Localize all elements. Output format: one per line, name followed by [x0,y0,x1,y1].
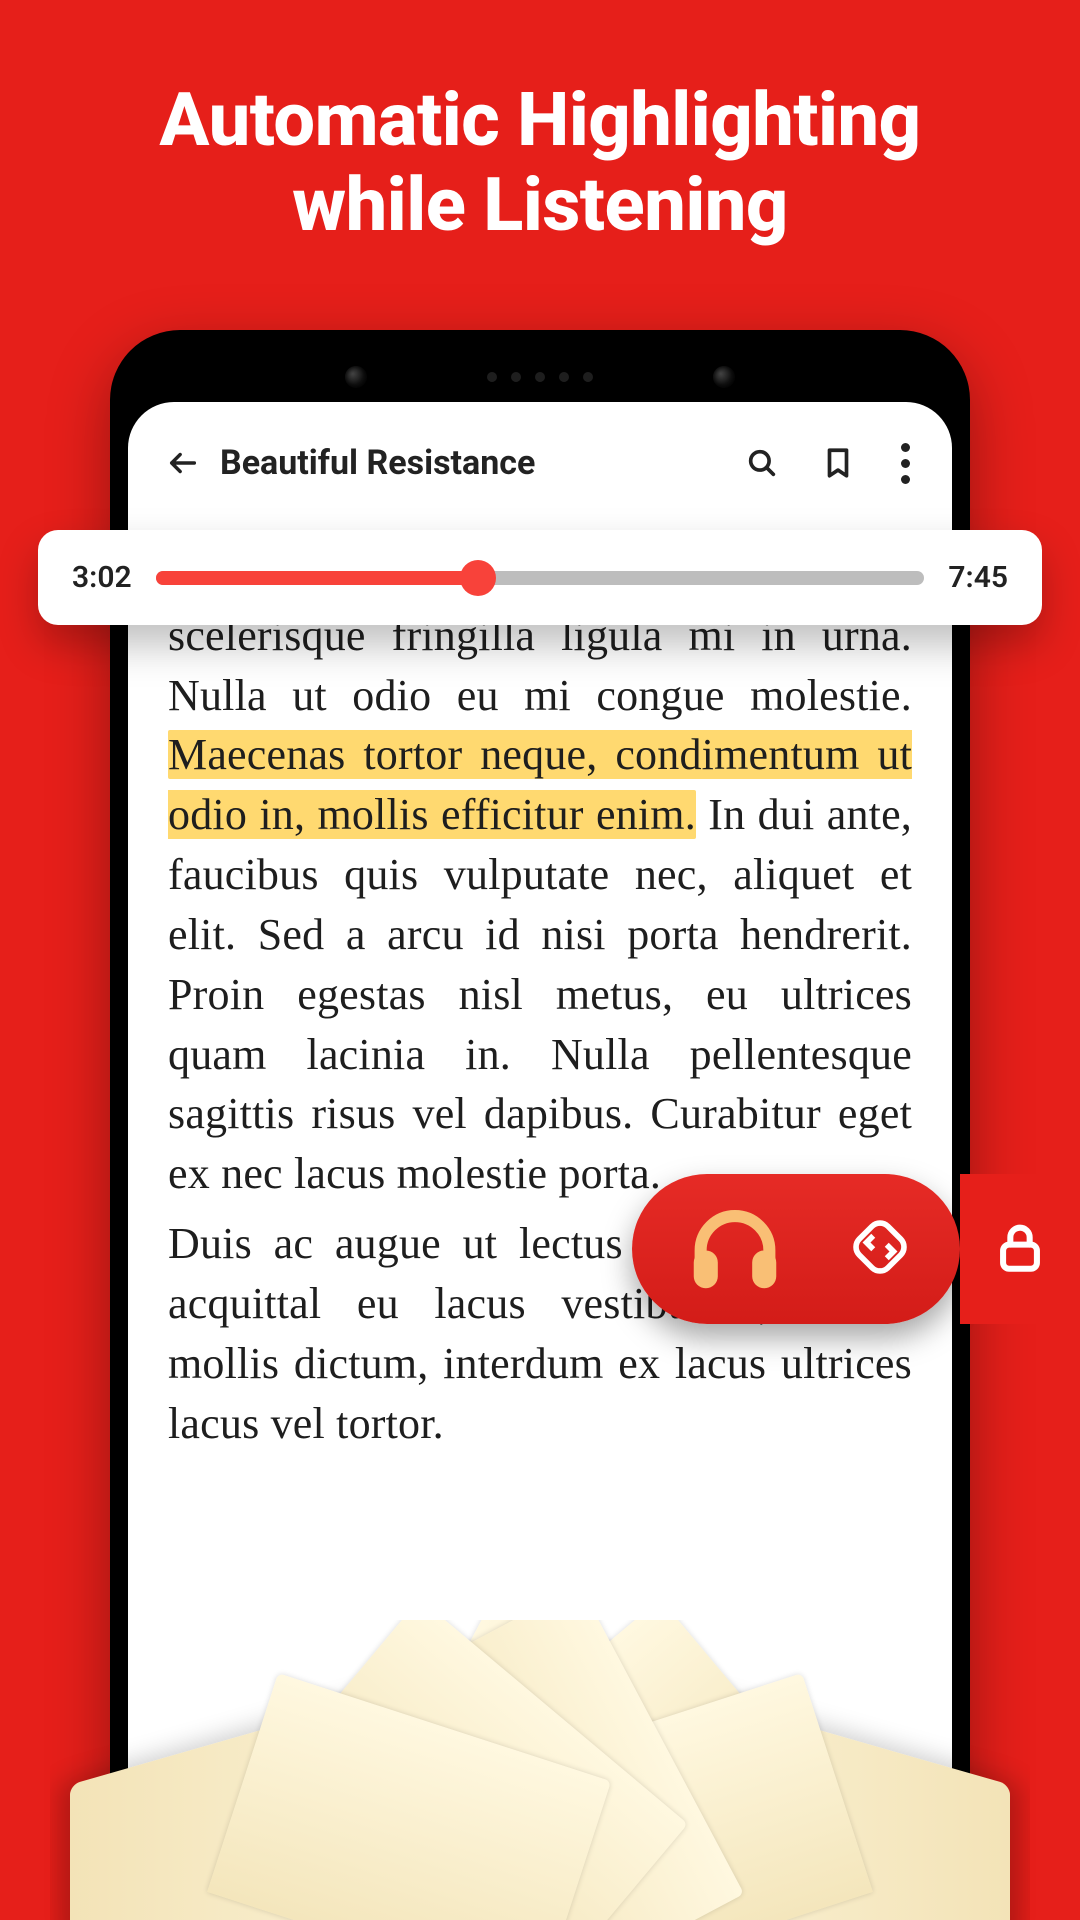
headline-line-1: Automatic Highlighting [159,77,920,164]
action-pill [632,1174,960,1324]
sensor-dot [713,366,735,388]
headphones-icon [680,1192,790,1302]
floating-action-bar [632,1174,1080,1324]
search-button[interactable] [742,443,782,483]
dot-icon [901,443,910,452]
app-bar: Beautiful Resistance [128,402,952,510]
dot-icon [901,459,910,468]
phone-screen: Beautiful Resistance eleifend porttitor,… [128,402,952,1920]
page-title: Beautiful Resistance [220,443,742,483]
app-bar-actions [742,443,916,484]
lock-button[interactable] [960,1174,1080,1324]
lock-icon [991,1218,1049,1276]
elapsed-time: 3:02 [72,560,132,595]
reader-paragraph: eleifend porttitor, orci est vehicula ve… [168,546,912,1204]
back-button[interactable] [160,440,206,486]
arrow-left-icon [166,446,200,480]
rotate-icon [844,1211,916,1283]
speaker-grill [487,372,593,382]
dot-icon [901,475,910,484]
bookmark-icon [821,446,855,480]
seek-track-fill [156,571,479,585]
total-time: 7:45 [948,560,1008,595]
listen-button[interactable] [680,1192,790,1306]
bookmark-button[interactable] [818,443,858,483]
rotate-button[interactable] [844,1211,916,1287]
sensor-dot [345,366,367,388]
text-after-highlight: In dui ante, faucibus quis vulputate nec… [168,790,912,1198]
phone-sensor-bar [128,352,952,402]
playback-progress-card: 3:02 7:45 [38,530,1042,625]
overflow-menu-button[interactable] [894,443,916,484]
headline-line-2: while Listening [292,162,788,249]
promo-headline: Automatic Highlighting while Listening [0,0,1080,248]
seek-track[interactable] [156,571,925,585]
seek-thumb[interactable] [460,560,496,596]
search-icon [745,446,779,480]
